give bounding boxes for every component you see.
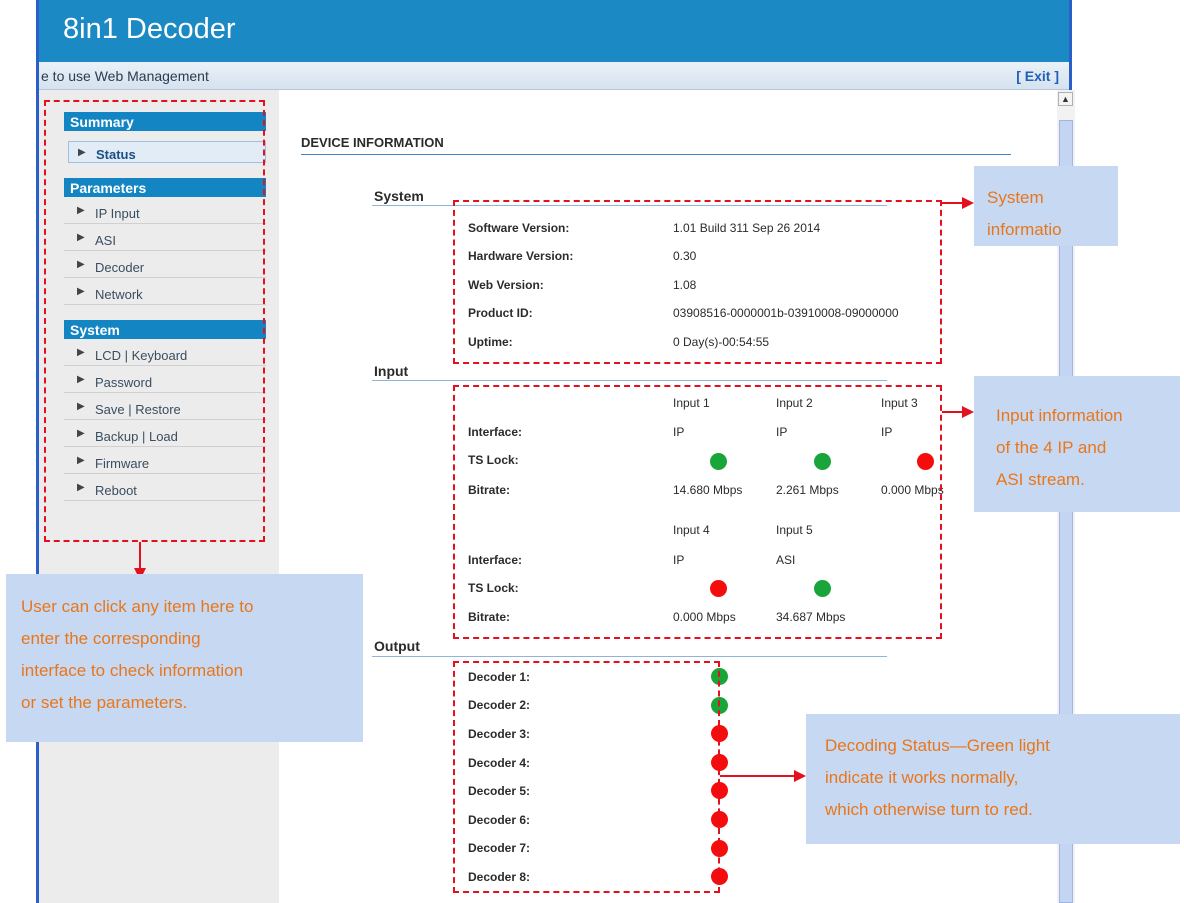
welcome-text: e to use Web Management [41, 68, 209, 84]
title-divider [301, 154, 1011, 155]
output-callout: Decoding Status—Green light indicate it … [806, 714, 1180, 844]
input-callout: Input information of the 4 IP and ASI st… [974, 376, 1180, 512]
callout-line: or set the parameters. [21, 693, 188, 712]
output-heading: Output [374, 638, 420, 654]
arrow-right-icon [794, 770, 806, 782]
callout-line: ASI stream. [996, 470, 1085, 489]
output-arrow-line [720, 775, 796, 777]
callout-line: informatio [987, 220, 1062, 239]
chevron-up-icon[interactable]: ▲ [1058, 92, 1073, 106]
input-heading: Input [374, 363, 409, 379]
callout-line: User can click any item here to [21, 597, 254, 616]
output-annotation-box [453, 661, 720, 893]
callout-line: interface to check information [21, 661, 244, 680]
arrow-right-icon [962, 406, 974, 418]
callout-line: System [987, 188, 1044, 207]
callout-line: Decoding Status—Green light [825, 736, 1050, 755]
output-divider [372, 656, 887, 657]
exit-link[interactable]: [ Exit ] [1016, 68, 1059, 84]
input-divider [372, 380, 887, 381]
sidebar-annotation-box [44, 100, 265, 542]
app-title: 8in1 Decoder [63, 13, 236, 45]
welcome-bar: e to use Web Management [ Exit ] [39, 62, 1069, 90]
sidebar-callout: User can click any item here to enter th… [6, 574, 363, 742]
callout-line: which otherwise turn to red. [825, 800, 1033, 819]
callout-line: of the 4 IP and [996, 438, 1107, 457]
input-arrow-line [942, 411, 964, 413]
callout-line: Input information [996, 406, 1123, 425]
system-annotation-box [453, 200, 942, 364]
callout-line: enter the corresponding [21, 629, 201, 648]
system-arrow-line [942, 202, 964, 204]
system-heading: System [374, 188, 424, 204]
input-annotation-box [453, 385, 942, 639]
page-title: DEVICE INFORMATION [301, 135, 444, 150]
app-header: 8in1 Decoder [39, 0, 1069, 62]
arrow-right-icon [962, 197, 974, 209]
system-callout: System informatio [974, 166, 1118, 246]
callout-line: indicate it works normally, [825, 768, 1019, 787]
